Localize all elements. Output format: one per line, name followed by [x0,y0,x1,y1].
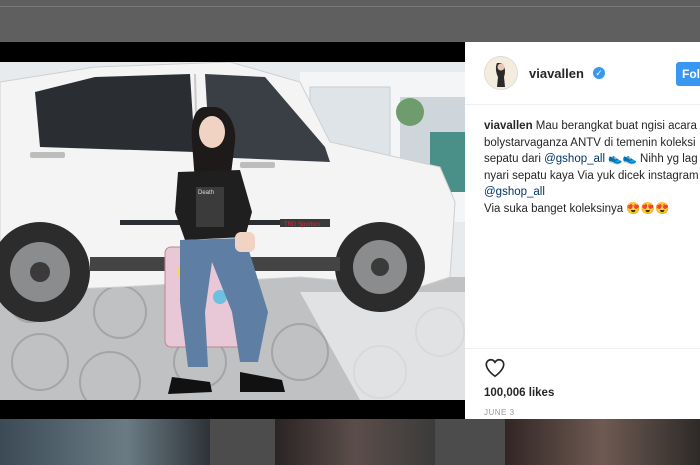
avatar-image [485,57,517,89]
post-date: JUNE 3 [484,408,515,417]
follow-button[interactable]: Fol [676,62,700,86]
post-header: viavallen ✓ Fol [465,42,700,105]
avatar[interactable] [484,56,518,90]
caption-text-line: Via suka banget koleksinya 😍😍😍 [484,202,670,215]
shirt-print: Death [198,190,214,196]
post-username[interactable]: viavallen [529,66,584,81]
post-modal: TRD Sportivo Death viavallen ✓ Fol viava… [0,42,700,419]
background-thumbnail [0,419,210,465]
caption-text-line: bolystarvaganza ANTV di temenin koleksi [484,136,696,149]
background-thumbnail [275,419,435,465]
caption-username[interactable]: viavallen [484,120,533,132]
caption-text-segment: sepatu dari [484,153,545,165]
page-top-bar [0,0,700,42]
verified-badge-icon: ✓ [593,67,605,79]
caption-text-segment: 👟👟 Nihh yg lag [605,153,698,165]
background-thumbnail [505,419,700,465]
car-badge: TRD Sportivo [284,222,321,228]
caption-text-line: Mau berangkat buat ngisi acara [535,120,697,132]
post-info-pane: viavallen ✓ Fol viavallen Mau berangkat … [465,42,700,419]
post-caption: viavallen Mau berangkat buat ngisi acara… [484,118,700,217]
heart-icon[interactable] [484,357,506,379]
post-photo[interactable]: TRD Sportivo Death [0,62,465,400]
caption-mention-link[interactable]: @gshop_all [484,186,545,198]
caption-text-line: nyari sepatu kaya Via yuk dicek instagra… [484,169,699,182]
post-actions: 100,006 likes JUNE 3 [465,348,700,421]
post-photo-pane: TRD Sportivo Death [0,42,465,419]
background-feed-strip [0,419,700,465]
caption-mention-link[interactable]: @gshop_all [544,153,605,165]
photo-illustration: TRD Sportivo Death [0,62,465,400]
likes-count[interactable]: 100,006 likes [484,387,554,399]
